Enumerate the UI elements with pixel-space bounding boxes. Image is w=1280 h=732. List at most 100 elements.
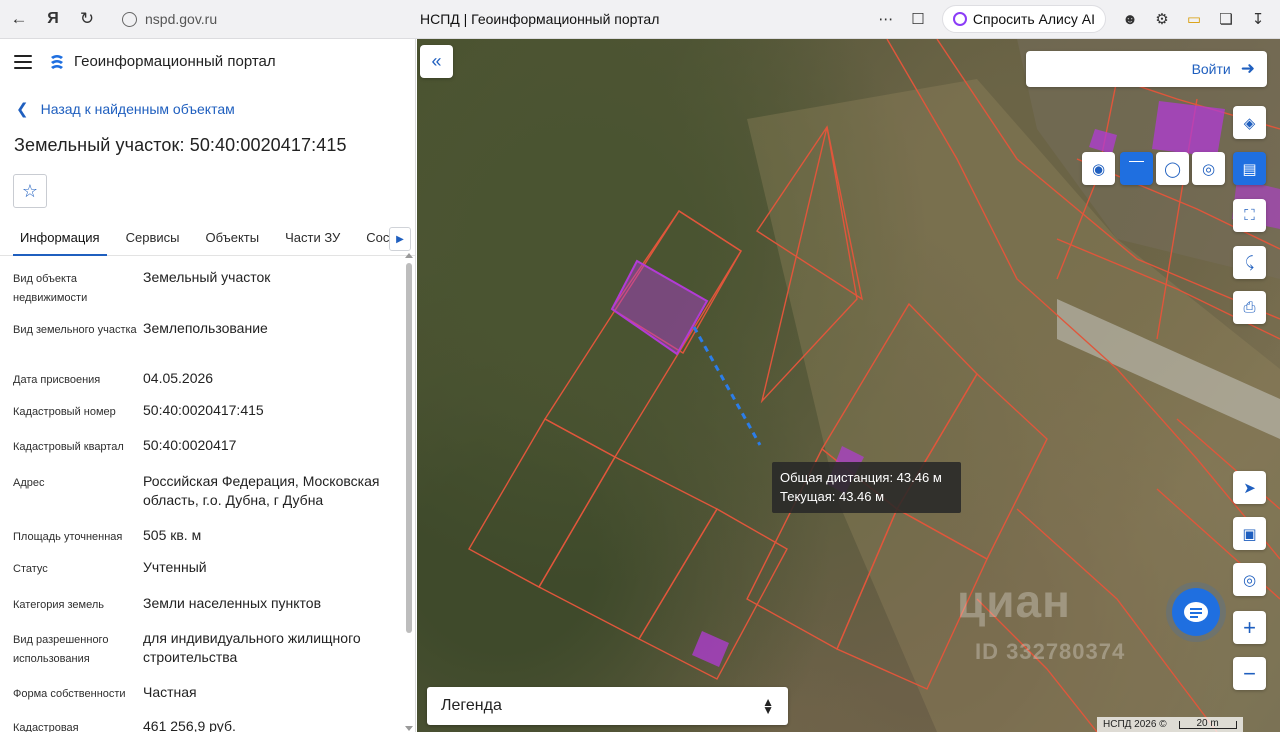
- tab-parts[interactable]: Части ЗУ: [278, 222, 347, 254]
- measure-tooltip: Общая дистанция: 43.46 м Текущая: 43.46 …: [772, 462, 961, 513]
- tabs-next-icon[interactable]: ▶: [389, 227, 411, 251]
- property-value: Частная: [143, 684, 197, 700]
- app-name: Геоинформационный портал: [74, 53, 276, 70]
- point-icon: ◉: [1091, 160, 1106, 178]
- alice-icon: [952, 12, 967, 26]
- measure-circle-button[interactable]: ◎: [1192, 152, 1225, 185]
- property-value: для индивидуального жилищного строительс…: [143, 630, 361, 665]
- site-info-icon[interactable]: [122, 11, 137, 27]
- select-search-icon: ⛶: [1244, 207, 1255, 224]
- browser-toolbar: ← Я ↻ nspd.gov.ru НСПД | Геоинформационн…: [0, 0, 1280, 39]
- object-info-panel: Геоинформационный портал ❮ Назад к найде…: [0, 39, 416, 732]
- battery-icon[interactable]: ▭: [1180, 5, 1208, 33]
- reload-icon[interactable]: ↻: [72, 4, 102, 34]
- menu-icon[interactable]: [14, 54, 32, 69]
- property-row: Вид объекта недвижимости Земельный участ…: [0, 264, 415, 315]
- scroll-thumb[interactable]: [406, 263, 412, 633]
- portal-logo-icon: [51, 54, 63, 69]
- map-attribution: НСПД 2026 © 20 m: [1097, 717, 1243, 732]
- geolocation-button[interactable]: ◎: [1233, 563, 1266, 596]
- property-list: Вид объекта недвижимости Земельный участ…: [0, 256, 415, 732]
- measure-area-button[interactable]: ◯: [1156, 152, 1189, 185]
- circle-area-icon: ◎: [1201, 160, 1216, 178]
- highlighted-parcel[interactable]: [1152, 101, 1225, 157]
- locate-button[interactable]: ➤: [1233, 471, 1266, 504]
- tab-services[interactable]: Сервисы: [119, 222, 187, 254]
- login-button[interactable]: Войти ➜: [1026, 51, 1267, 87]
- login-icon: ➜: [1240, 59, 1255, 78]
- ask-alice-label: Спросить Алису AI: [972, 11, 1095, 27]
- property-key: Вид разрешенного использования: [13, 634, 109, 665]
- profile-icon[interactable]: ☻: [1116, 5, 1144, 33]
- measure-point-button[interactable]: ◉: [1082, 152, 1115, 185]
- selected-parcel[interactable]: [610, 259, 709, 356]
- collections-icon[interactable]: ❏: [1212, 5, 1240, 33]
- watermark-text: циан: [957, 575, 1071, 627]
- tab-info[interactable]: Информация: [13, 222, 107, 256]
- property-row: Категория земель Земли населенных пункто…: [0, 590, 415, 625]
- scroll-down-icon[interactable]: [405, 726, 413, 731]
- property-key: Кадастровый номер: [13, 406, 116, 418]
- property-value: 50:40:0020417:415: [143, 402, 264, 418]
- property-row: Форма собственности Частная: [0, 679, 415, 713]
- print-icon: ⎙: [1243, 299, 1256, 316]
- property-value: Учтенный: [143, 559, 207, 575]
- back-to-results-link[interactable]: ❮ Назад к найденным объектам: [16, 100, 415, 118]
- tab-objects[interactable]: Объекты: [198, 222, 266, 254]
- panel-scrollbar[interactable]: [405, 253, 413, 731]
- property-row: Вид разрешенного использования для индив…: [0, 625, 415, 679]
- minimap-button[interactable]: ▣: [1233, 517, 1266, 550]
- address-bar[interactable]: nspd.gov.ru: [112, 5, 372, 33]
- property-value: Российская Федерация, Московская область…: [143, 473, 380, 508]
- property-row: Дата присвоения 04.05.2026: [0, 365, 415, 397]
- parcel-boundary[interactable]: [538, 456, 718, 640]
- zoom-in-button[interactable]: +: [1233, 611, 1266, 644]
- chat-button[interactable]: [1172, 588, 1220, 636]
- measure-distance-button[interactable]: ⎺: [1120, 152, 1153, 185]
- property-row: Вид земельного участка Землепользование: [0, 315, 415, 365]
- property-row: Площадь уточненная 505 кв. м: [0, 522, 415, 554]
- yandex-icon[interactable]: Я: [38, 4, 68, 34]
- minus-icon: −: [1243, 660, 1256, 686]
- watermark-id: ID 332780374: [975, 639, 1126, 664]
- favorite-button[interactable]: ☆: [13, 174, 47, 208]
- area-icon: ◯: [1164, 160, 1181, 178]
- navigation-arrow-icon: ➤: [1243, 479, 1256, 497]
- property-key: Адрес: [13, 477, 45, 489]
- property-key: Вид земельного участка: [13, 324, 137, 336]
- parcel-boundary[interactable]: [468, 418, 616, 588]
- back-arrow-icon[interactable]: ←: [4, 4, 34, 34]
- property-key: Статус: [13, 563, 48, 575]
- ruler-button[interactable]: ▤: [1233, 152, 1266, 185]
- download-icon[interactable]: ↧: [1244, 5, 1272, 33]
- share-button[interactable]: ⤹: [1233, 246, 1266, 279]
- zoom-out-button[interactable]: −: [1233, 657, 1266, 690]
- layers-button[interactable]: ◈: [1233, 106, 1266, 139]
- legend-select[interactable]: Легенда ▲ ▼: [427, 687, 788, 725]
- highlighted-parcel[interactable]: [692, 631, 729, 667]
- tab-bar: Информация Сервисы Объекты Части ЗУ Сост…: [0, 222, 415, 256]
- property-value: 50:40:0020417: [143, 437, 237, 453]
- parcel-boundary[interactable]: [544, 210, 742, 458]
- property-key: Категория земель: [13, 599, 104, 611]
- collapse-panel-button[interactable]: «: [420, 45, 453, 78]
- more-icon[interactable]: ⋯: [872, 5, 900, 33]
- property-value: 04.05.2026: [143, 370, 214, 386]
- measure-line: [692, 326, 762, 446]
- ask-alice-button[interactable]: Спросить Алису AI: [941, 5, 1106, 33]
- url-text: nspd.gov.ru: [145, 11, 218, 27]
- select-area-button[interactable]: ⛶: [1233, 199, 1266, 232]
- scroll-up-icon[interactable]: [405, 253, 413, 258]
- object-title: Земельный участок: 50:40:0020417:415: [14, 135, 347, 155]
- measure-current: Текущая: 43.46 м: [780, 489, 885, 504]
- page-title: НСПД | Геоинформационный портал: [420, 11, 660, 27]
- map-view[interactable]: « Войти ➜ ◈ ◉ ⎺ ◯ ◎ ▤ ⛶ ⤹ ⎙ Общая дистан…: [417, 39, 1280, 732]
- bookmark-icon[interactable]: ☐: [904, 5, 932, 33]
- print-button[interactable]: ⎙: [1233, 291, 1266, 324]
- share-icon: ⤹: [1244, 254, 1254, 271]
- double-chevron-left-icon: «: [431, 51, 442, 71]
- property-row: Кадастровый номер 50:40:0020417:415: [0, 397, 415, 432]
- chevron-updown-icon: ▲ ▼: [762, 695, 774, 717]
- extensions-icon[interactable]: ⚙: [1148, 5, 1176, 33]
- property-value: Земли населенных пунктов: [143, 595, 322, 611]
